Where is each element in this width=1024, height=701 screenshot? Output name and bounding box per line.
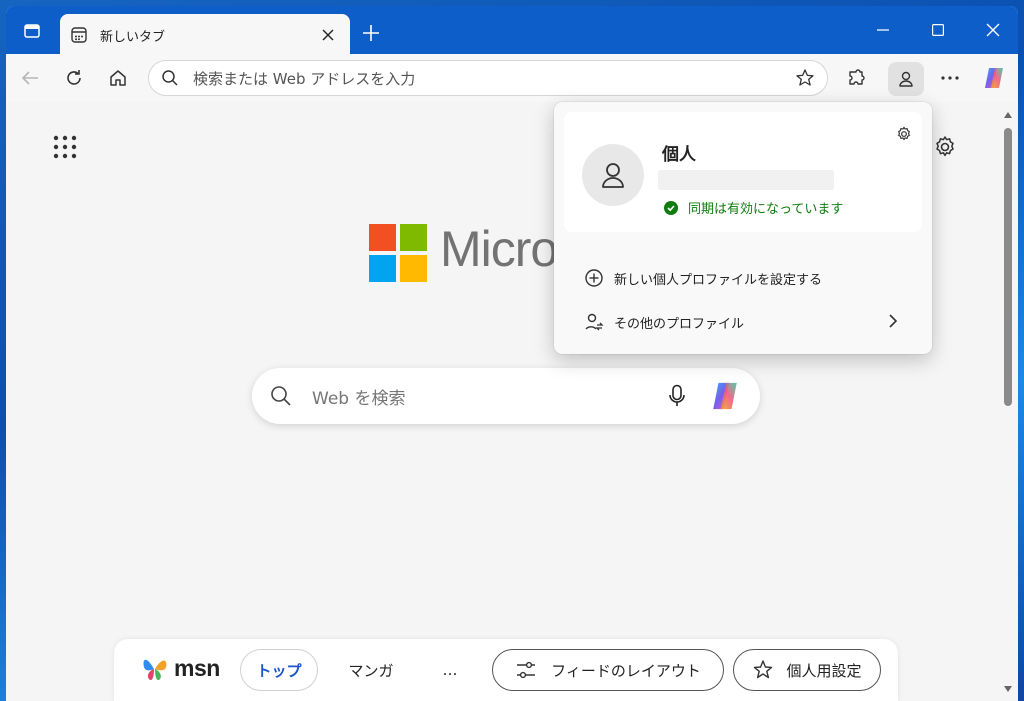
- search-icon: [271, 386, 291, 406]
- web-search-box[interactable]: Web を検索: [252, 368, 760, 424]
- new-tab-button[interactable]: [356, 18, 386, 48]
- msn-logo-text: msn: [174, 654, 220, 681]
- profile-settings-button[interactable]: [894, 124, 914, 144]
- browser-window: 新しいタブ 検索または Web アドレスを入力 Microsoft Web を検…: [6, 6, 1018, 701]
- plus-icon: [363, 25, 379, 41]
- feed-layout-label: フィードのレイアウト: [551, 661, 701, 680]
- copilot-icon: [985, 68, 1003, 88]
- other-profiles-menu-item[interactable]: その他のプロファイル: [564, 302, 922, 342]
- avatar: [582, 144, 644, 206]
- msn-tab-manga[interactable]: マンガ: [334, 649, 408, 691]
- profile-icon: [899, 71, 913, 87]
- tab-new-tab[interactable]: 新しいタブ: [60, 14, 350, 56]
- back-arrow-icon: [21, 71, 38, 85]
- close-icon: [322, 29, 334, 41]
- msn-feed-bar: msn トップ マンガ … フィードのレイアウト 個人用設定: [114, 639, 898, 701]
- plus-circle-icon: [584, 268, 604, 288]
- address-placeholder: 検索または Web アドレスを入力: [193, 69, 416, 88]
- sidebar-toggle-icon: [24, 24, 40, 38]
- maximize-button[interactable]: [915, 14, 961, 46]
- apps-grid-icon: [53, 135, 77, 159]
- sync-status-text: 同期は有効になっています: [688, 202, 844, 217]
- extensions-button[interactable]: [840, 62, 872, 94]
- back-button[interactable]: [14, 62, 46, 94]
- gear-icon: [898, 126, 910, 141]
- feed-layout-button[interactable]: フィードのレイアウト: [492, 649, 724, 691]
- scroll-thumb[interactable]: [1004, 128, 1012, 406]
- msn-tab-label: トップ: [256, 661, 302, 680]
- account-email-redacted: [658, 170, 834, 190]
- gear-icon: [936, 136, 954, 157]
- scroll-up-arrow[interactable]: [1003, 110, 1013, 120]
- sparkle-star-icon: [754, 660, 773, 679]
- profile-name: 個人: [662, 145, 696, 165]
- menu-item-label: 新しい個人プロファイルを設定する: [614, 272, 823, 288]
- star-icon[interactable]: [795, 68, 815, 88]
- page-settings-button[interactable]: [930, 132, 960, 162]
- msn-tab-label: マンガ: [348, 661, 394, 680]
- personalize-button[interactable]: 個人用設定: [733, 649, 881, 691]
- scroll-down-arrow[interactable]: [1003, 684, 1013, 694]
- address-bar[interactable]: 検索または Web アドレスを入力: [148, 60, 828, 96]
- msn-butterfly-icon: [143, 659, 167, 681]
- personalize-label: 個人用設定: [786, 661, 862, 680]
- maximize-icon: [932, 24, 944, 36]
- microphone-icon: [669, 384, 685, 406]
- web-search-placeholder: Web を検索: [312, 388, 406, 409]
- add-profile-menu-item[interactable]: 新しい個人プロファイルを設定する: [564, 258, 922, 298]
- tab-title: 新しいタブ: [100, 29, 166, 45]
- msn-logo[interactable]: msn: [140, 653, 220, 683]
- window-close-icon: [986, 23, 1000, 37]
- msn-tab-more[interactable]: …: [430, 649, 470, 691]
- check-circle-icon: [664, 200, 678, 215]
- voice-search-button[interactable]: [662, 381, 692, 411]
- minimize-icon: [877, 29, 889, 31]
- copilot-search-button[interactable]: [708, 379, 742, 413]
- more-button[interactable]: [934, 62, 966, 94]
- copilot-icon: [713, 382, 737, 410]
- copilot-button[interactable]: [978, 62, 1010, 94]
- profile-flyout: 個人 同期は有効になっています 新しい個人プロファイルを設定する その他のプロフ…: [554, 102, 932, 354]
- msn-tab-top[interactable]: トップ: [240, 649, 318, 691]
- microsoft-logo: [369, 224, 427, 282]
- new-tab-page-icon: [71, 27, 87, 43]
- more-icon: [941, 76, 959, 80]
- switch-profile-icon: [584, 312, 604, 332]
- title-bar: 新しいタブ: [6, 6, 1018, 56]
- page-scrollbar[interactable]: [1000, 102, 1016, 701]
- refresh-icon: [67, 70, 81, 85]
- home-icon: [110, 70, 126, 86]
- sliders-icon: [517, 661, 536, 679]
- search-icon: [162, 70, 178, 86]
- sidebar-toggle-button[interactable]: [14, 14, 50, 48]
- person-icon: [602, 163, 624, 188]
- refresh-button[interactable]: [58, 62, 90, 94]
- chevron-right-icon: [889, 314, 898, 328]
- window-close-button[interactable]: [970, 14, 1016, 46]
- msn-tab-label: …: [442, 661, 458, 679]
- sync-status: 同期は有効になっています: [664, 198, 843, 217]
- profile-button[interactable]: [888, 62, 924, 96]
- profile-card: 個人 同期は有効になっています: [564, 112, 922, 232]
- minimize-button[interactable]: [860, 14, 906, 46]
- tab-close-button[interactable]: [316, 23, 340, 47]
- navigation-toolbar: 検索または Web アドレスを入力: [6, 54, 1018, 102]
- apps-launcher-button[interactable]: [50, 132, 80, 162]
- extensions-icon: [849, 69, 865, 85]
- home-button[interactable]: [102, 62, 134, 94]
- menu-item-label: その他のプロファイル: [614, 316, 745, 332]
